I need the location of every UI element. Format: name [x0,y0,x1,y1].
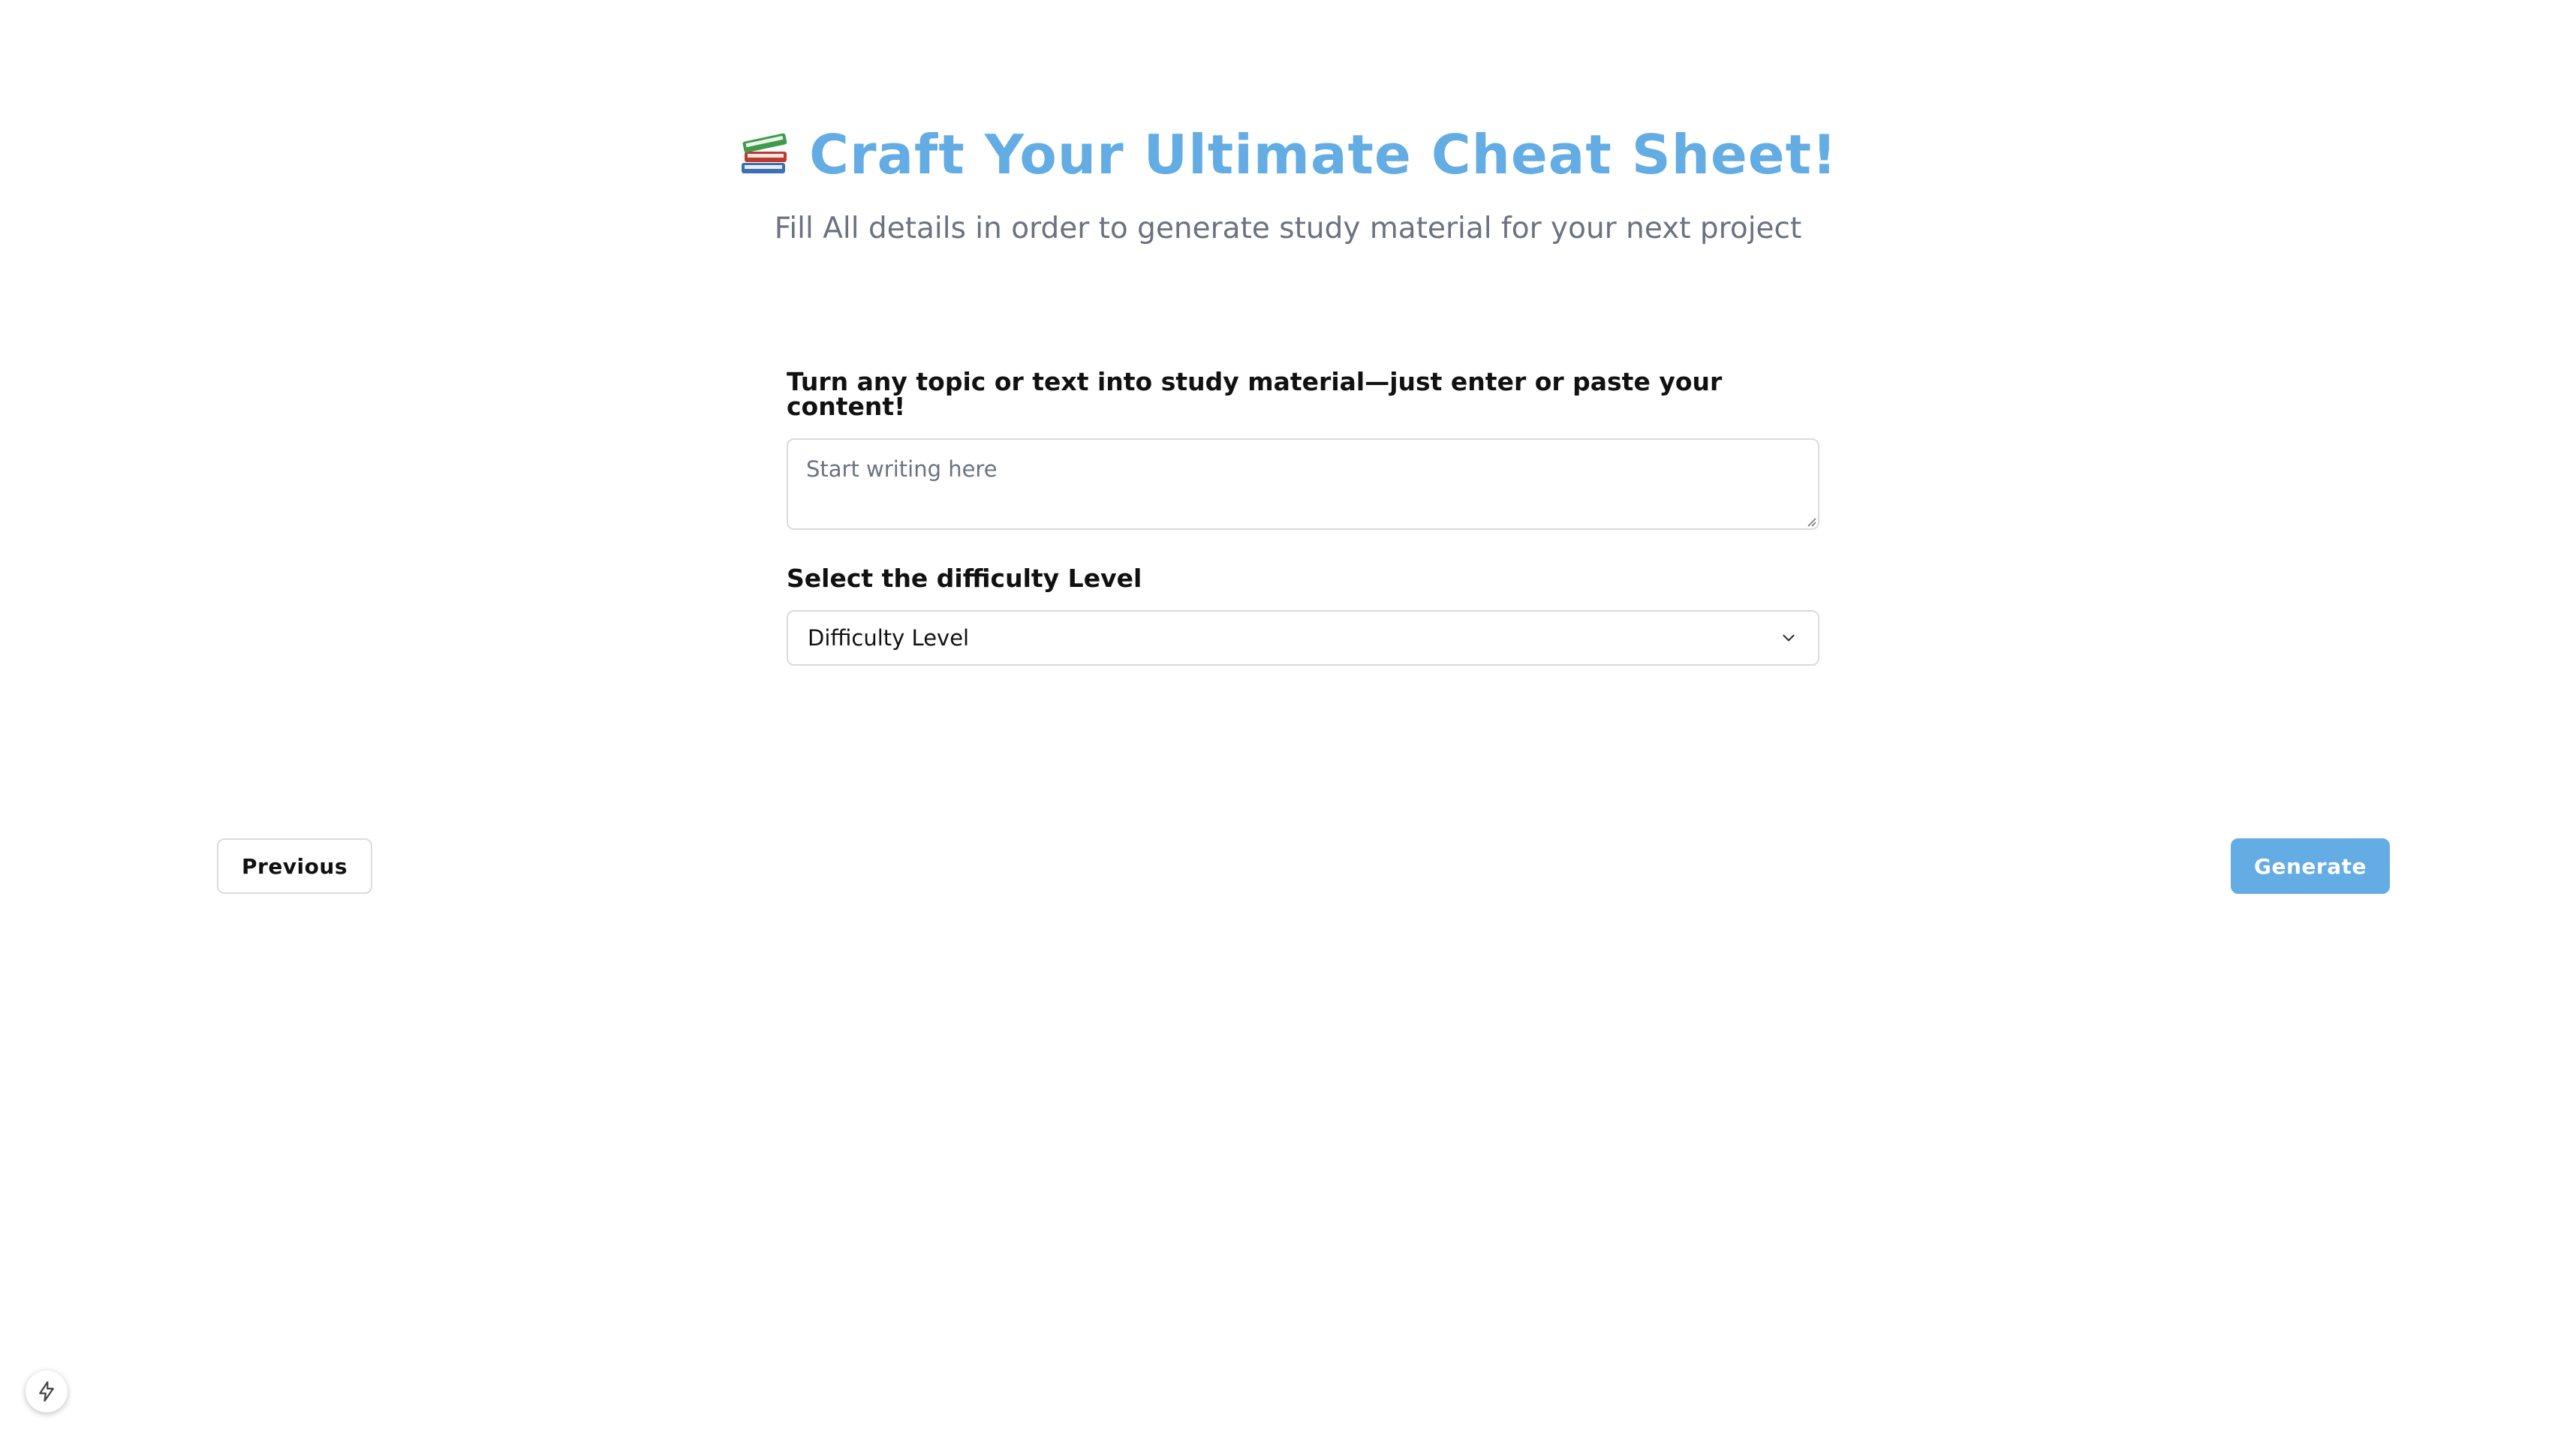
page-subtitle: Fill All details in order to generate st… [774,212,1802,245]
generate-button[interactable]: Generate [2231,838,2390,894]
content-textarea[interactable] [787,438,1819,530]
lightning-icon [39,1381,54,1402]
chevron-down-icon [1783,634,1795,642]
difficulty-select-value: Difficulty Level [808,625,970,651]
page-title: Craft Your Ultimate Cheat Sheet! [809,123,1837,186]
title-row: Craft Your Ultimate Cheat Sheet! [739,128,1837,182]
books-icon [739,128,791,178]
study-form: Turn any topic or text into study materi… [787,369,1819,666]
content-textarea-wrapper [787,438,1819,530]
resize-handle-icon[interactable] [1804,515,1816,527]
page: Craft Your Ultimate Cheat Sheet! Fill Al… [0,0,2576,1432]
difficulty-label: Select the difficulty Level [787,564,1142,593]
content-label: Turn any topic or text into study materi… [787,367,1723,421]
previous-button[interactable]: Previous [217,838,372,894]
header: Craft Your Ultimate Cheat Sheet! Fill Al… [0,128,2576,243]
dev-tools-badge[interactable] [26,1370,68,1412]
difficulty-select[interactable]: Difficulty Level [787,610,1819,666]
